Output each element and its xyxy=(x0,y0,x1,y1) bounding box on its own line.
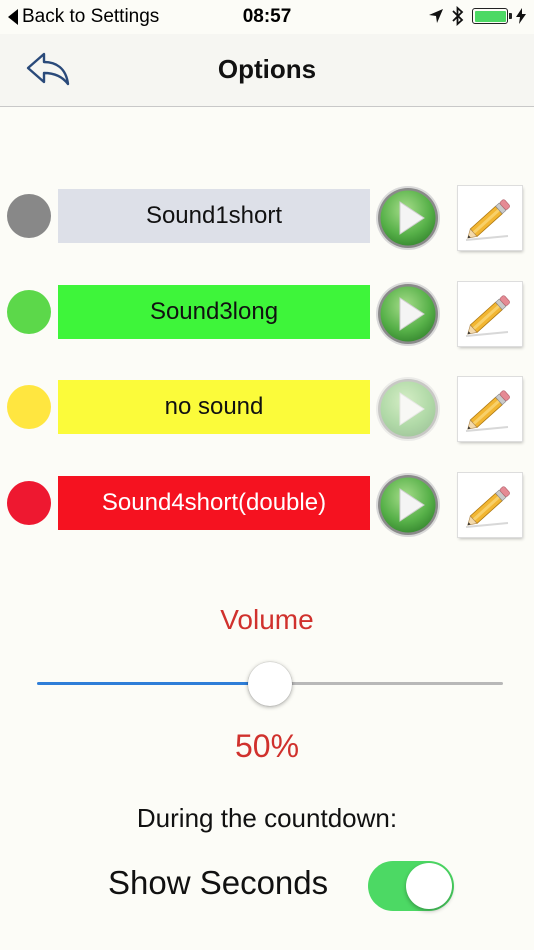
edit-button[interactable] xyxy=(458,473,522,537)
toggle-knob xyxy=(406,863,452,909)
pencil-icon xyxy=(465,486,510,528)
sound-select-button[interactable]: no sound xyxy=(58,380,370,434)
play-icon[interactable] xyxy=(374,184,442,252)
color-dot xyxy=(7,290,51,334)
nav-bar: Options xyxy=(0,34,534,107)
slider-track-empty xyxy=(270,682,503,685)
sound-row-4: Sound4short(double) xyxy=(0,473,534,537)
edit-button[interactable] xyxy=(458,282,522,346)
play-icon[interactable] xyxy=(374,375,442,443)
bluetooth-icon xyxy=(452,6,464,26)
volume-value: 50% xyxy=(234,728,300,764)
volume-label: Volume xyxy=(220,604,314,635)
slider-thumb[interactable] xyxy=(248,662,292,706)
show-seconds-row: Show Seconds xyxy=(0,860,534,912)
page-title: Options xyxy=(217,54,317,84)
charging-bolt-icon xyxy=(516,8,526,24)
show-seconds-toggle[interactable] xyxy=(368,861,454,911)
edit-button[interactable] xyxy=(458,377,522,441)
sound-select-button[interactable]: Sound3long xyxy=(58,285,370,339)
location-arrow-icon xyxy=(429,9,443,23)
status-bar: Back to Settings 08:57 xyxy=(0,0,534,34)
sound-select-button[interactable]: Sound4short(double) xyxy=(58,476,370,530)
countdown-label: During the countdown: xyxy=(136,803,398,833)
color-dot xyxy=(7,385,51,429)
volume-slider[interactable] xyxy=(37,662,503,706)
pencil-icon xyxy=(465,295,510,337)
play-icon[interactable] xyxy=(374,280,442,348)
play-icon[interactable] xyxy=(374,471,442,539)
sound-row-2: Sound3long xyxy=(0,282,534,346)
sound-row-1: Sound1short xyxy=(0,186,534,250)
color-dot xyxy=(7,194,51,238)
battery-fill xyxy=(474,10,506,22)
pencil-icon xyxy=(465,390,510,432)
sound-row-3: no sound xyxy=(0,377,534,441)
show-seconds-label: Show Seconds xyxy=(108,864,329,901)
edit-button[interactable] xyxy=(458,186,522,250)
status-icons xyxy=(428,6,526,26)
battery-icon xyxy=(472,8,512,24)
color-dot xyxy=(7,481,51,525)
slider-track-filled xyxy=(37,682,270,685)
sound-select-button[interactable]: Sound1short xyxy=(58,189,370,243)
pencil-icon xyxy=(465,199,510,241)
